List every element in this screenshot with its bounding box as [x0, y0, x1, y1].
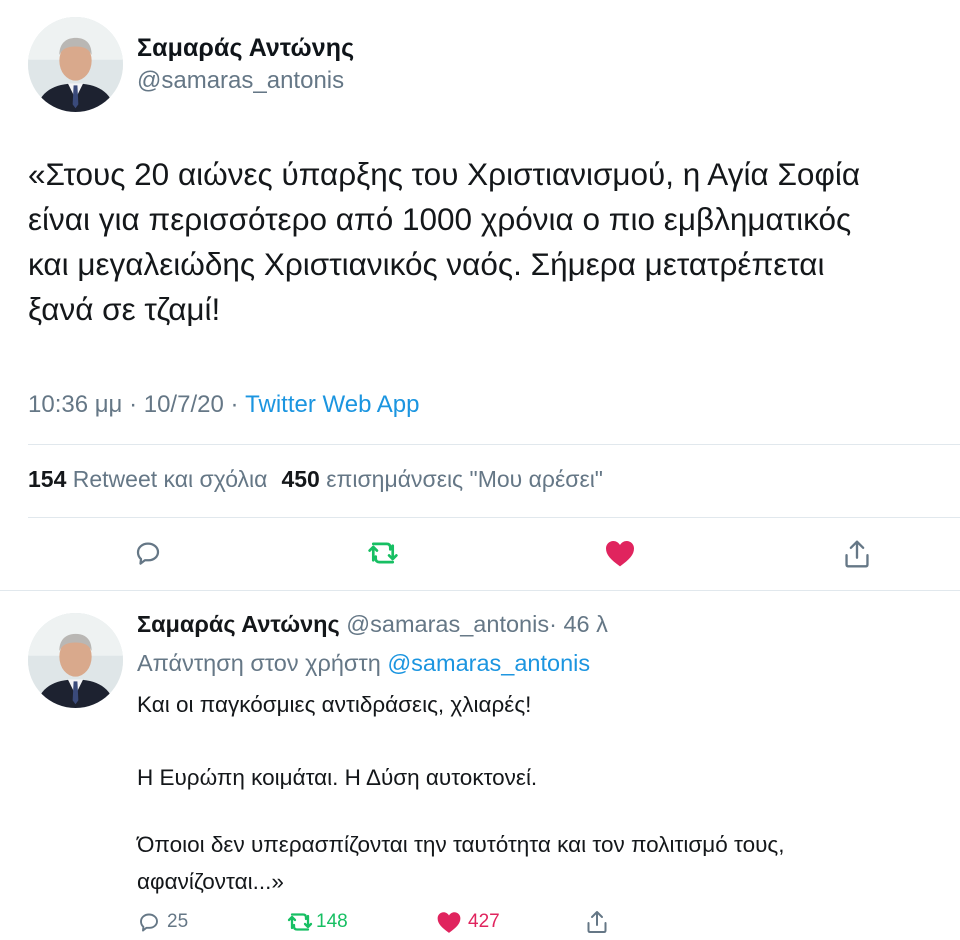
tweet-meta: 10:36 μμ · 10/7/20 · Twitter Web App	[28, 391, 419, 419]
retweets-stat[interactable]: 154 Retweet και σχόλια	[28, 466, 267, 492]
reply-author-handle[interactable]: @samaras_antonis	[346, 611, 549, 637]
retweets-count: 154	[28, 466, 67, 492]
heart-icon	[437, 912, 461, 933]
likes-label: επισημάνσεις "Μου αρέσει"	[326, 466, 603, 492]
like-button[interactable]	[604, 538, 636, 568]
tweet-text-line: ξανά σε τζαμί!	[28, 291, 221, 327]
reply-count: 25	[167, 911, 189, 932]
heart-icon	[606, 541, 634, 567]
meta-separator: ·	[230, 391, 239, 418]
retweet-icon	[287, 913, 313, 931]
divider	[28, 517, 960, 518]
tweet-text: «Στους 20 αιώνες ύπαρξης του Χριστιανισμ…	[28, 152, 948, 332]
retweets-label: Retweet και σχόλια	[72, 466, 268, 492]
reply-button[interactable]	[133, 538, 163, 568]
reply-text-line: αφανίζονται...»	[137, 869, 284, 894]
tweet-text-line: «Στους 20 αιώνες ύπαρξης του Χριστιανισμ…	[28, 156, 861, 192]
reply-text-line: Και οι παγκόσμιες αντιδράσεις, χλιαρές!	[137, 692, 532, 717]
author-name[interactable]: Σαμαράς Αντώνης	[137, 34, 354, 63]
retweet-icon	[368, 542, 398, 564]
replying-to-mention[interactable]: @samaras_antonis	[387, 650, 590, 676]
author-avatar[interactable]	[28, 17, 123, 112]
engagement-stats: 154 Retweet και σχόλια 450 επισημάνσεις "…	[28, 466, 603, 493]
reply-like-button[interactable]: 427	[436, 910, 500, 934]
tweet-text-line: είναι για περισσότερο από 1000 χρόνια ο …	[28, 201, 852, 237]
reply-author-name[interactable]: Σαμαράς Αντώνης	[137, 611, 340, 637]
like-count: 427	[468, 911, 500, 932]
reply-retweet-button[interactable]: 148	[286, 910, 348, 934]
reply-share-button[interactable]	[585, 909, 609, 935]
replying-to-label: Απάντηση στον χρήστη	[137, 650, 381, 676]
reply-text-line: Η Ευρώπη κοιμάται. Η Δύση αυτοκτονεί.	[137, 765, 538, 790]
reply-reply-button[interactable]: 25	[137, 910, 188, 934]
meta-separator: ·	[129, 391, 138, 418]
retweet-button[interactable]	[366, 538, 400, 568]
reply-header: Σαμαράς Αντώνης @samaras_antonis· 46 λ	[137, 611, 608, 638]
header-dot: ·	[549, 611, 557, 637]
replying-to: Απάντηση στον χρήστη @samaras_antonis	[137, 650, 590, 677]
divider	[0, 590, 960, 591]
share-icon	[845, 540, 869, 568]
tweet-text-line: και μεγαλειώδης Χριστιανικός ναός. Σήμερ…	[28, 246, 825, 282]
author-handle[interactable]: @samaras_antonis	[137, 67, 344, 95]
portrait-image	[28, 17, 123, 112]
reply-author-avatar[interactable]	[28, 613, 123, 708]
portrait-image	[28, 613, 123, 708]
share-button[interactable]	[842, 538, 872, 570]
tweet-source-link[interactable]: Twitter Web App	[245, 391, 419, 418]
reply-age[interactable]: 46 λ	[563, 611, 607, 637]
likes-stat[interactable]: 450 επισημάνσεις "Μου αρέσει"	[281, 466, 603, 492]
reply-text-line: Όποιοι δεν υπερασπίζονται την ταυτότητα …	[137, 832, 785, 857]
reply-bubble-icon	[140, 913, 158, 932]
divider	[28, 444, 960, 445]
tweet-time[interactable]: 10:36 μμ	[28, 391, 122, 418]
tweet-date[interactable]: 10/7/20	[144, 391, 224, 418]
retweet-count: 148	[316, 911, 348, 932]
reply-bubble-icon	[136, 542, 160, 565]
likes-count: 450	[281, 466, 320, 492]
share-icon	[587, 911, 607, 933]
